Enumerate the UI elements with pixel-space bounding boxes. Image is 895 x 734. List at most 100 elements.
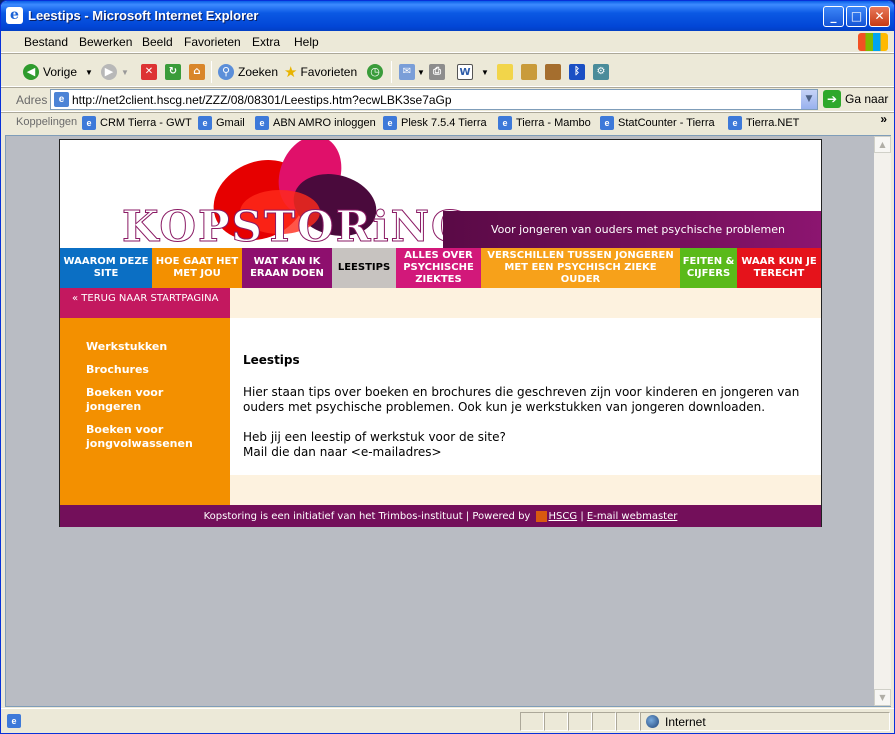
site-logo[interactable]: KOPSTORiNG — [122, 202, 469, 252]
title-bar: e Leestips - Microsoft Internet Explorer… — [1, 1, 894, 31]
menu-bestand[interactable]: Bestand — [24, 35, 68, 49]
link-label: Gmail — [216, 117, 245, 129]
menu-bewerken[interactable]: Bewerken — [79, 35, 132, 49]
menu-beeld[interactable]: Beeld — [142, 35, 173, 49]
messenger-button[interactable] — [545, 62, 561, 82]
mail-button[interactable]: ✉ ▼ — [399, 62, 425, 82]
page-icon: e — [498, 116, 512, 130]
menu-extra[interactable]: Extra — [252, 35, 280, 49]
content-title: Leestips — [243, 353, 300, 367]
star-icon: ★ — [284, 64, 298, 81]
gear-icon: ⚙ — [593, 64, 609, 80]
go-label: Ga naar — [845, 92, 889, 106]
nav-waar-kun-je[interactable]: WAAR KUN JE TERECHT — [737, 248, 821, 288]
side-item-werkstukken[interactable]: Werkstukken — [86, 340, 216, 354]
link-item[interactable]: e Plesk 7.5.4 Tierra — [383, 116, 487, 130]
note-icon — [497, 64, 513, 80]
site-tagline: Voor jongeren van ouders met psychische … — [443, 211, 821, 248]
content-cta: Heb jij een leestip of werkstuk voor de … — [243, 430, 506, 444]
address-dropdown-icon[interactable]: ▼ — [800, 90, 817, 109]
page-icon: e — [54, 92, 69, 107]
nav-wat-kan-ik[interactable]: WAT KAN IK ERAAN DOEN — [242, 248, 332, 288]
side-menu: Werkstukken Brochures Boeken voor jonger… — [60, 318, 230, 505]
back-to-home-link[interactable]: « TERUG NAAR STARTPAGINA — [60, 288, 230, 318]
minimize-button[interactable]: _ — [823, 6, 844, 27]
back-button[interactable]: ◀ Vorige ▼ — [23, 62, 93, 82]
side-item-boeken-jongeren[interactable]: Boeken voor jongeren — [86, 386, 216, 414]
windows-logo-icon — [858, 33, 888, 51]
nav-feiten-cijfers[interactable]: FEITEN & CIJFERS — [680, 248, 737, 288]
footer-text: Kopstoring is een initiatief van het Tri… — [203, 510, 531, 522]
scroll-up-icon[interactable]: ▲ — [874, 136, 891, 153]
back-arrow-icon: ◀ — [23, 64, 39, 80]
nav-hoe-gaat-het[interactable]: HOE GAAT HET MET JOU — [152, 248, 242, 288]
globe-icon — [646, 715, 659, 728]
address-label: Adres — [16, 93, 48, 107]
scroll-down-icon[interactable]: ▼ — [874, 689, 891, 706]
stop-icon: ✕ — [141, 64, 157, 80]
menu-help[interactable]: Help — [294, 35, 319, 49]
nav-verschillen[interactable]: VERSCHILLEN TUSSEN JONGEREN MET EEN PSYC… — [481, 248, 680, 288]
go-button[interactable]: ➔ Ga naar — [823, 90, 888, 108]
address-input[interactable]: e http://net2client.hscg.net/ZZZ/08/0830… — [50, 89, 818, 110]
search-button[interactable]: ⚲ Zoeken — [218, 62, 278, 82]
link-label: Tierra - Mambo — [516, 117, 591, 129]
history-button[interactable]: ◷ — [367, 62, 387, 82]
print-icon: ⎙ — [429, 64, 445, 80]
messenger-icon — [545, 64, 561, 80]
page-icon: e — [728, 116, 742, 130]
search-label: Zoeken — [238, 65, 279, 79]
content-mail: Mail die dan naar <e-mailadres> — [243, 445, 442, 459]
stop-button[interactable]: ✕ — [141, 62, 157, 82]
mail-icon: ✉ — [399, 64, 415, 80]
discuss-button[interactable] — [497, 62, 513, 82]
page-icon: e — [82, 116, 96, 130]
nav-leestips[interactable]: LEESTIPS — [332, 248, 396, 288]
nav-waarom-deze-site[interactable]: WAAROM DEZE SITE — [60, 248, 152, 288]
standard-toolbar: ◀ Vorige ▼ ▶ ▼ ✕ ↻ ⌂ ⚲ Zoeken ★ Favorieten ◷ … — [1, 55, 894, 87]
side-item-boeken-jongvolwassenen[interactable]: Boeken voor jongvolwassenen — [86, 423, 216, 451]
menu-favorieten[interactable]: Favorieten — [184, 35, 241, 49]
link-item[interactable]: e ABN AMRO inloggen — [255, 116, 376, 130]
forward-button[interactable]: ▶ ▼ — [101, 62, 129, 82]
home-icon: ⌂ — [189, 64, 205, 80]
close-button[interactable]: ✕ — [869, 6, 890, 27]
hscg-icon — [535, 510, 547, 522]
favorites-button[interactable]: ★ Favorieten — [284, 62, 357, 82]
refresh-button[interactable]: ↻ — [165, 62, 181, 82]
page-icon: e — [198, 116, 212, 130]
link-label: Plesk 7.5.4 Tierra — [401, 117, 487, 129]
link-item[interactable]: e Tierra.NET — [728, 116, 799, 130]
address-url: http://net2client.hscg.net/ZZZ/08/08301/… — [72, 93, 452, 107]
email-webmaster-link[interactable]: E-mail webmaster — [587, 511, 677, 522]
nav-alles-over[interactable]: ALLES OVER PSYCHISCHE ZIEKTES — [396, 248, 481, 288]
links-label: Koppelingen — [16, 116, 78, 128]
home-button[interactable]: ⌂ — [189, 62, 205, 82]
top-band — [230, 288, 821, 318]
print-button[interactable]: ⎙ — [429, 62, 445, 82]
bluetooth-button[interactable]: ᛒ — [569, 62, 585, 82]
page-viewport: KOPSTORiNG Voor jongeren van ouders met … — [5, 135, 874, 707]
tool-button[interactable]: ⚙ — [593, 62, 609, 82]
link-item[interactable]: e StatCounter - Tierra — [600, 116, 715, 130]
kopstoring-page: KOPSTORiNG Voor jongeren van ouders met … — [59, 139, 822, 527]
history-icon: ◷ — [367, 64, 383, 80]
main-content: Leestips Hier staan tips over boeken en … — [230, 318, 821, 475]
link-item[interactable]: e CRM Tierra - GWT — [82, 116, 192, 130]
research-button[interactable] — [521, 62, 537, 82]
maximize-button[interactable]: □ — [846, 6, 867, 27]
window-title: Leestips - Microsoft Internet Explorer — [28, 8, 259, 23]
page-icon: e — [600, 116, 614, 130]
page-icon: e — [255, 116, 269, 130]
vertical-scrollbar[interactable]: ▲ ▼ — [874, 135, 891, 707]
zone-label: Internet — [665, 715, 706, 729]
link-item[interactable]: e Tierra - Mambo — [498, 116, 591, 130]
edit-button[interactable]: W ▼ — [457, 62, 489, 82]
search-icon: ⚲ — [218, 64, 234, 80]
links-more-icon[interactable]: » — [880, 112, 887, 126]
side-item-brochures[interactable]: Brochures — [86, 363, 216, 377]
menu-bar: Bestand Bewerken Beeld Favorieten Extra … — [1, 31, 894, 53]
hscg-link[interactable]: HSCG — [549, 511, 578, 522]
link-label: ABN AMRO inloggen — [273, 117, 376, 129]
link-item[interactable]: e Gmail — [198, 116, 245, 130]
